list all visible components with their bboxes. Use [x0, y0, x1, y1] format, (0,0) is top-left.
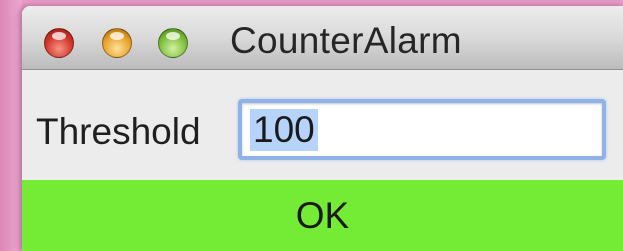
ok-button[interactable]: OK	[22, 180, 623, 251]
threshold-input-value: 100	[250, 108, 318, 151]
minimize-icon[interactable]	[102, 28, 132, 58]
title-bar[interactable]: CounterAlarm	[22, 6, 623, 70]
app-window: CounterAlarm Threshold 100 OK	[22, 6, 623, 251]
close-icon[interactable]	[44, 28, 74, 58]
threshold-input[interactable]: 100	[238, 99, 606, 160]
desktop-background	[0, 0, 22, 251]
threshold-label: Threshold	[36, 111, 201, 152]
window-title: CounterAlarm	[230, 20, 462, 61]
zoom-icon[interactable]	[158, 28, 188, 58]
